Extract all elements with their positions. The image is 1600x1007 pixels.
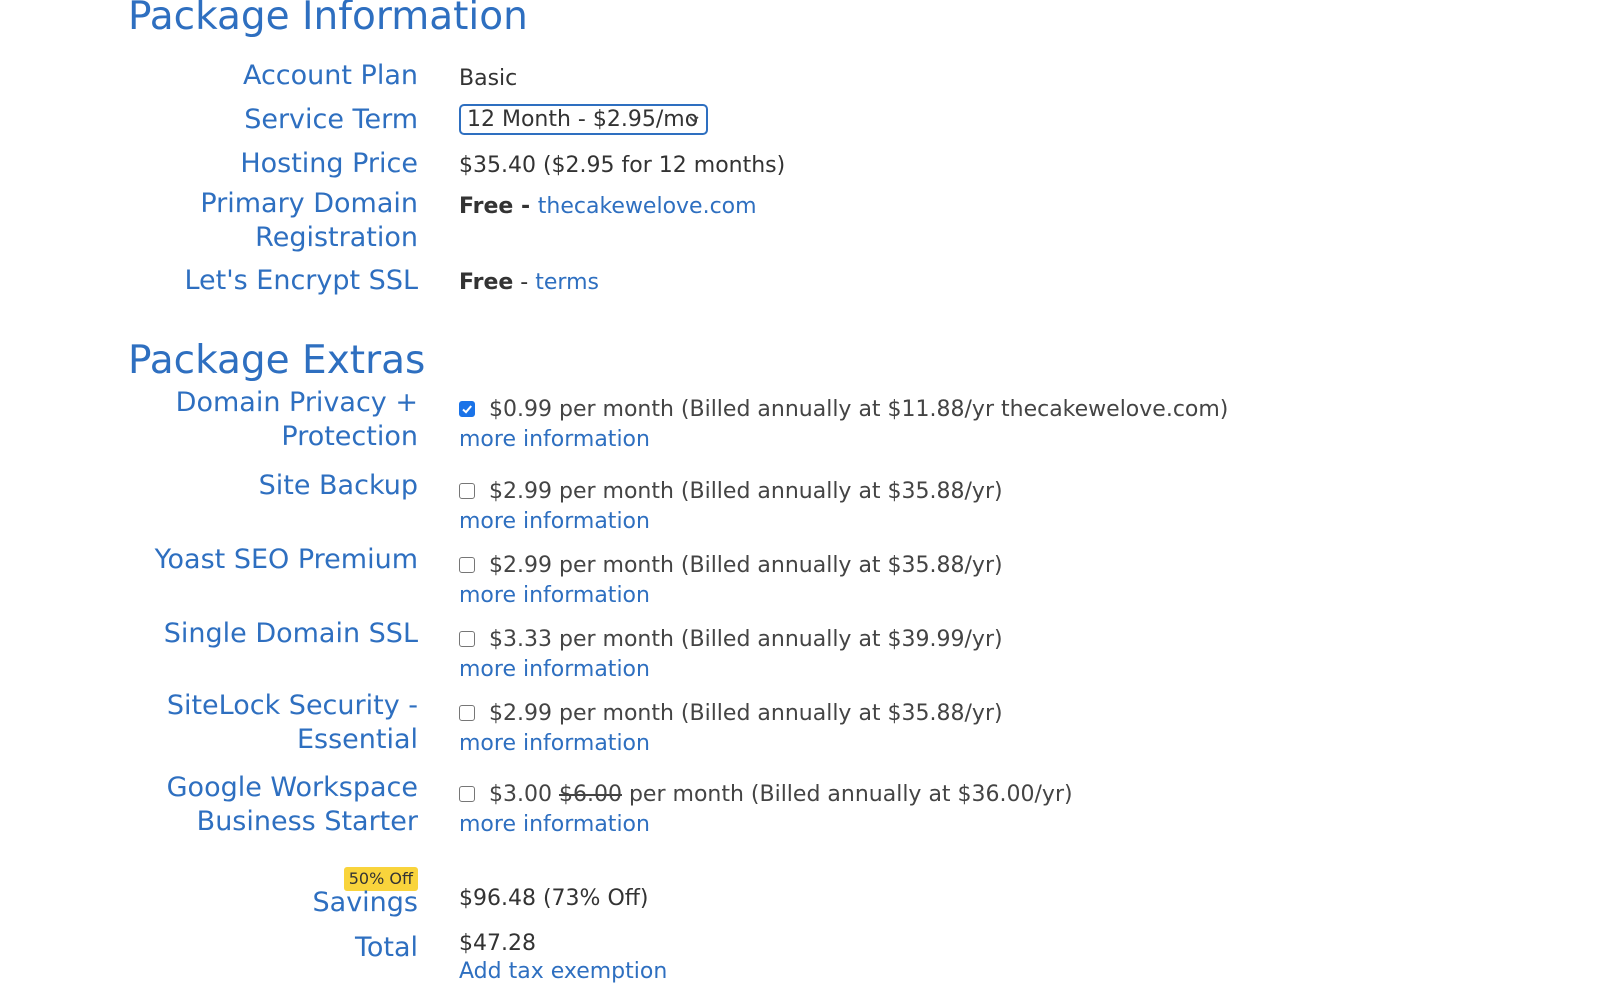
extra-label-line1: Site Backup (258, 470, 418, 501)
primary-domain-label-line1: Primary Domain (200, 188, 418, 219)
google-workspace-price: $3.00 $6.00 per month (Billed annually a… (489, 780, 1073, 810)
extra-google-workspace: $3.00 $6.00 per month (Billed annually a… (459, 780, 1073, 840)
extra-label-line2: Essential (296, 724, 418, 755)
yoast-seo-price: $2.99 per month (Billed annually at $35.… (489, 553, 1003, 578)
extra-label-line1: SiteLock Security - (166, 690, 418, 721)
extra-label-single-domain-ssl: Single Domain SSL (164, 616, 418, 651)
service-term-select[interactable]: 12 Month - $2.95/mo (459, 104, 708, 135)
ssl-value: Free - terms (459, 268, 599, 298)
extra-sitelock: $2.99 per month (Billed annually at $35.… (459, 699, 1003, 759)
yoast-seo-more-info-link[interactable]: more information (459, 581, 1003, 611)
account-plan-label: Account Plan (242, 60, 418, 91)
extra-label-google-workspace: Google Workspace Business Starter (167, 771, 418, 839)
extra-label-line1: Yoast SEO Premium (154, 544, 418, 575)
google-workspace-price-rest: per month (Billed annually at $36.00/yr) (628, 782, 1073, 807)
sitelock-checkbox[interactable] (459, 705, 475, 721)
ssl-free-text: Free (459, 270, 514, 295)
yoast-seo-checkbox[interactable] (459, 557, 475, 573)
google-workspace-checkbox[interactable] (459, 786, 475, 802)
extra-label-yoast-seo: Yoast SEO Premium (155, 542, 418, 577)
total-label: Total (354, 932, 418, 963)
site-backup-checkbox[interactable] (459, 483, 475, 499)
extra-label-line1: Domain Privacy + (175, 387, 418, 418)
primary-domain-separator: - (513, 194, 538, 219)
extra-domain-privacy: $0.99 per month (Billed annually at $11.… (459, 395, 1228, 455)
package-information-title: Package Information (128, 0, 528, 39)
primary-domain-value: Free - thecakewelove.com (459, 192, 757, 222)
add-tax-exemption-wrap: Add tax exemption (459, 957, 667, 987)
sitelock-more-info-link[interactable]: more information (459, 729, 1003, 759)
service-term-selected-value: 12 Month - $2.95/mo (467, 107, 699, 132)
extra-label-domain-privacy: Domain Privacy + Protection (176, 386, 418, 454)
ssl-label: Let's Encrypt SSL (184, 265, 418, 296)
single-domain-ssl-more-info-link[interactable]: more information (459, 655, 1003, 685)
savings-label: Savings (312, 887, 418, 918)
total-value: $47.28 (459, 931, 536, 956)
extra-yoast-seo: $2.99 per month (Billed annually at $35.… (459, 551, 1003, 611)
site-backup-price: $2.99 per month (Billed annually at $35.… (489, 479, 1003, 504)
google-workspace-price-old: $6.00 (558, 782, 622, 807)
primary-domain-label: Primary Domain Registration (200, 187, 418, 255)
extra-site-backup: $2.99 per month (Billed annually at $35.… (459, 477, 1003, 537)
ssl-terms-link[interactable]: terms (535, 270, 599, 295)
chevron-down-icon (688, 106, 700, 143)
site-backup-more-info-link[interactable]: more information (459, 507, 1003, 537)
hosting-price-label: Hosting Price (240, 148, 418, 179)
extra-single-domain-ssl: $3.33 per month (Billed annually at $39.… (459, 625, 1003, 685)
google-workspace-more-info-link[interactable]: more information (459, 810, 1073, 840)
savings-value: $96.48 (73% Off) (459, 886, 649, 911)
add-tax-exemption-link[interactable]: Add tax exemption (459, 959, 667, 984)
extra-label-sitelock: SiteLock Security - Essential (167, 689, 418, 757)
google-workspace-price-new: $3.00 (489, 782, 552, 807)
extra-label-line2: Protection (281, 421, 418, 452)
single-domain-ssl-price: $3.33 per month (Billed annually at $39.… (489, 627, 1003, 652)
service-term-label: Service Term (244, 104, 418, 135)
domain-privacy-price: $0.99 per month (Billed annually at $11.… (489, 397, 1229, 422)
account-plan-value: Basic (459, 66, 518, 91)
domain-privacy-checkbox[interactable] (459, 401, 475, 417)
primary-domain-free-text: Free (459, 194, 514, 219)
sitelock-price: $2.99 per month (Billed annually at $35.… (489, 701, 1003, 726)
domain-privacy-more-info-link[interactable]: more information (459, 425, 1228, 455)
extra-label-line1: Google Workspace (166, 772, 418, 803)
primary-domain-label-line2: Registration (255, 222, 418, 253)
extra-label-line1: Single Domain SSL (163, 618, 418, 649)
single-domain-ssl-checkbox[interactable] (459, 631, 475, 647)
extra-label-site-backup: Site Backup (259, 468, 418, 503)
extra-label-line2: Business Starter (196, 806, 418, 837)
primary-domain-link[interactable]: thecakewelove.com (538, 194, 757, 219)
ssl-separator: - (513, 270, 536, 295)
hosting-price-value: $35.40 ($2.95 for 12 months) (459, 153, 786, 178)
package-extras-title: Package Extras (128, 338, 426, 383)
